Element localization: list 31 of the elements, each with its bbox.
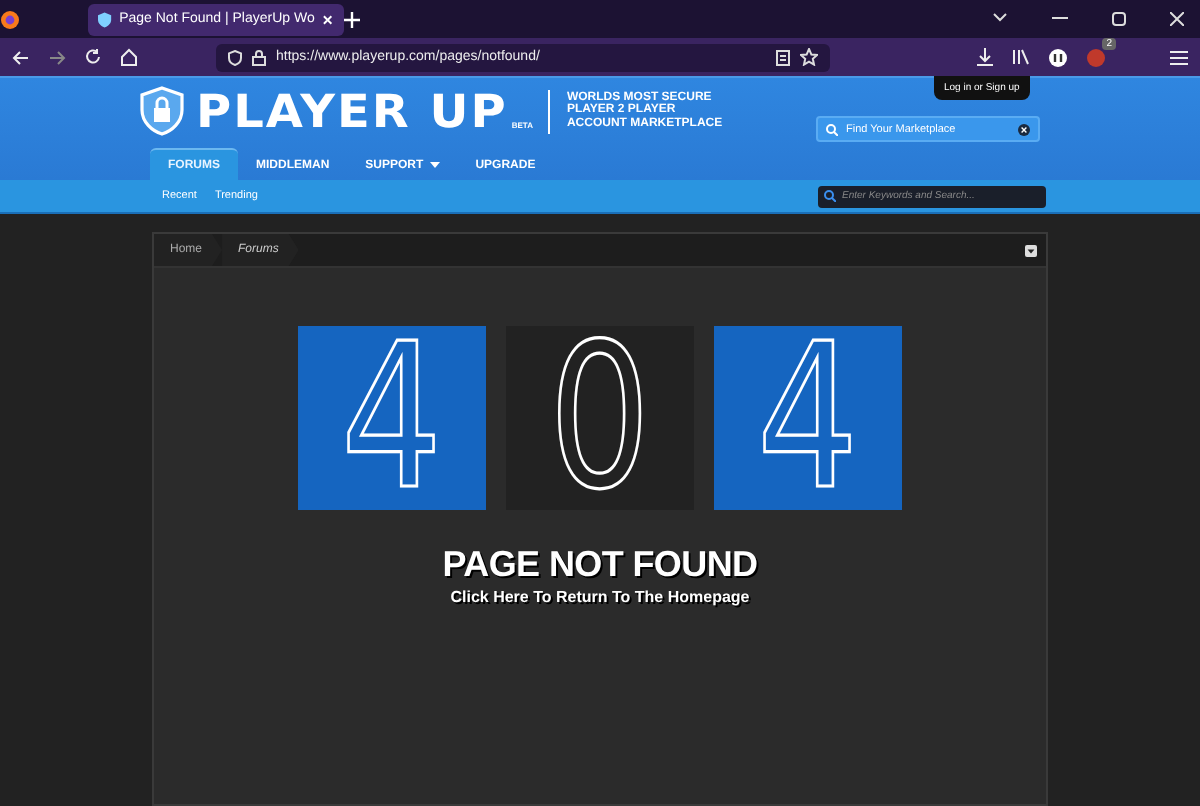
reload-icon[interactable] — [84, 48, 102, 66]
search-icon — [826, 123, 838, 135]
menu-icon[interactable] — [1170, 49, 1188, 65]
chevron-down-icon[interactable] — [992, 12, 1008, 24]
error-heading: PAGE NOT FOUND — [440, 544, 760, 586]
shield-icon — [228, 49, 242, 65]
browser-logo-icon[interactable] — [0, 9, 20, 29]
library-icon[interactable] — [1012, 48, 1030, 66]
maximize-icon[interactable] — [1112, 12, 1126, 26]
extension-icon[interactable] — [1048, 47, 1068, 67]
shield-lock-icon — [140, 86, 184, 136]
search-icon — [824, 190, 836, 202]
caret-icon — [429, 162, 440, 168]
reader-view-icon[interactable] — [776, 49, 790, 65]
download-icon[interactable] — [976, 48, 994, 66]
digit-tile: 0 — [506, 326, 694, 510]
star-icon[interactable] — [800, 48, 818, 66]
digit-tile: 4 — [298, 326, 486, 510]
close-icon[interactable] — [1170, 12, 1184, 26]
minimize-icon[interactable] — [1052, 12, 1068, 24]
forward-icon[interactable] — [48, 49, 66, 65]
site-logo[interactable]: PLAYER UP — [196, 88, 508, 134]
shield-icon — [98, 11, 112, 27]
clear-icon[interactable] — [1018, 123, 1030, 135]
collapse-icon[interactable] — [1024, 243, 1038, 257]
home-icon[interactable] — [120, 48, 138, 66]
digit-tile: 4 — [714, 326, 902, 510]
lock-icon — [252, 49, 266, 65]
back-icon[interactable] — [12, 49, 30, 65]
new-tab-icon[interactable] — [344, 11, 360, 27]
homepage-link[interactable]: Click Here To Return To The Homepage — [450, 588, 750, 606]
